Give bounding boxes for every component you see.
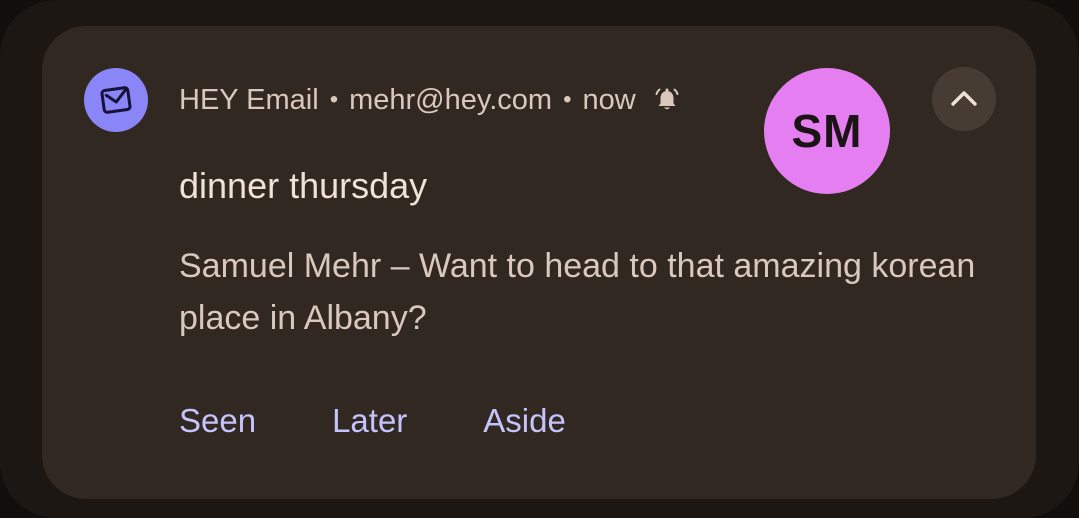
aside-button[interactable]: Aside (483, 402, 566, 440)
collapse-button[interactable] (932, 67, 996, 131)
app-icon (84, 68, 148, 132)
separator-dot: • (329, 86, 339, 113)
seen-button[interactable]: Seen (179, 402, 256, 440)
timestamp: now (582, 83, 636, 116)
notification-actions: Seen Later Aside (179, 398, 566, 444)
envelope-icon (100, 86, 132, 114)
notification-title: dinner thursday (179, 165, 428, 206)
later-button[interactable]: Later (332, 402, 407, 440)
separator-dot: • (563, 86, 572, 113)
account-email: mehr@hey.com (349, 83, 553, 116)
notification-body: Samuel Mehr – Want to head to that amazi… (179, 247, 976, 337)
app-name: HEY Email (179, 83, 319, 116)
sender-avatar: SM (764, 68, 890, 194)
chevron-up-icon (951, 91, 977, 106)
bell-icon (652, 85, 682, 115)
notification-header: HEY Email • mehr@hey.com • now (179, 80, 682, 120)
